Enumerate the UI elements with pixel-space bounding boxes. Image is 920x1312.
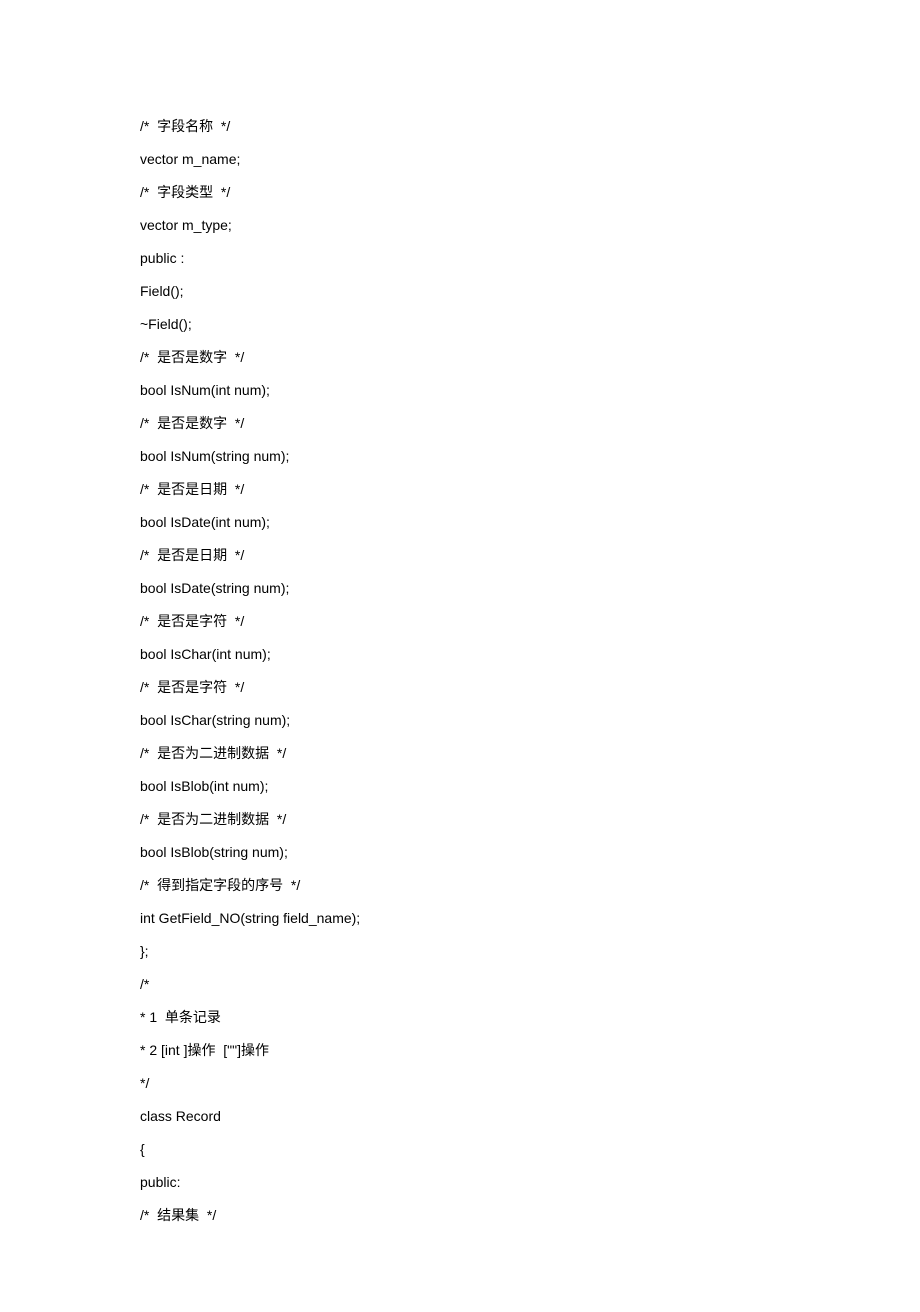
code-line: /* 是否是数字 */ — [140, 407, 780, 440]
code-line: { — [140, 1133, 780, 1166]
code-line: /* 是否为二进制数据 */ — [140, 737, 780, 770]
code-line: public: — [140, 1166, 780, 1199]
code-line: int GetField_NO(string field_name); — [140, 902, 780, 935]
code-line: /* 是否是字符 */ — [140, 605, 780, 638]
code-line: vector m_name; — [140, 143, 780, 176]
code-line: bool IsBlob(int num); — [140, 770, 780, 803]
code-line: bool IsNum(int num); — [140, 374, 780, 407]
code-line: ~Field(); — [140, 308, 780, 341]
code-line: bool IsDate(string num); — [140, 572, 780, 605]
code-line: Field(); — [140, 275, 780, 308]
code-line: /* 字段类型 */ — [140, 176, 780, 209]
code-line: class Record — [140, 1100, 780, 1133]
code-line: * 2 [int ]操作 [""]操作 — [140, 1034, 780, 1067]
code-line: /* 字段名称 */ — [140, 110, 780, 143]
code-line: bool IsDate(int num); — [140, 506, 780, 539]
code-line: bool IsNum(string num); — [140, 440, 780, 473]
code-line: bool IsChar(string num); — [140, 704, 780, 737]
code-line: bool IsBlob(string num); — [140, 836, 780, 869]
code-line: bool IsChar(int num); — [140, 638, 780, 671]
code-line: }; — [140, 935, 780, 968]
code-line: /* 得到指定字段的序号 */ — [140, 869, 780, 902]
code-line: vector m_type; — [140, 209, 780, 242]
code-line: /* — [140, 968, 780, 1001]
code-line: /* 结果集 */ — [140, 1199, 780, 1232]
code-line: */ — [140, 1067, 780, 1100]
code-line: /* 是否是日期 */ — [140, 473, 780, 506]
code-line: /* 是否是日期 */ — [140, 539, 780, 572]
code-line: public : — [140, 242, 780, 275]
document-page: /* 字段名称 */ vector m_name; /* 字段类型 */ vec… — [0, 0, 920, 1312]
code-line: /* 是否是数字 */ — [140, 341, 780, 374]
code-line: /* 是否是字符 */ — [140, 671, 780, 704]
code-line: * 1 单条记录 — [140, 1001, 780, 1034]
code-line: /* 是否为二进制数据 */ — [140, 803, 780, 836]
